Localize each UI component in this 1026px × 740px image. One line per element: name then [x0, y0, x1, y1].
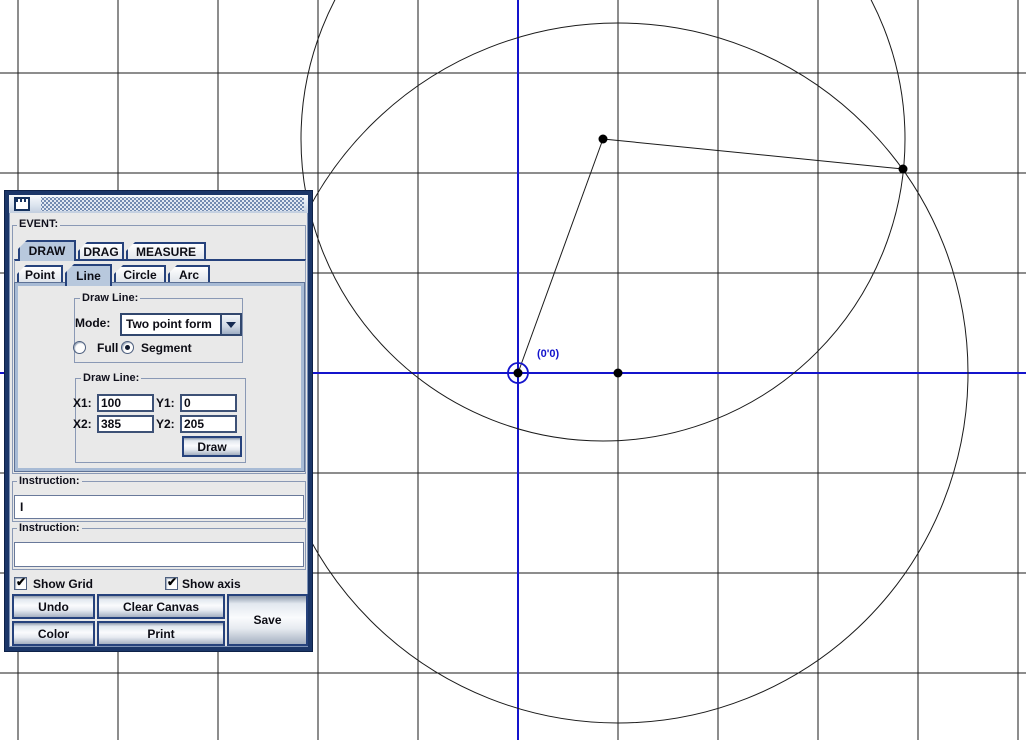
window-titlebar[interactable]: [9, 195, 308, 213]
drawn-circle: [301, 0, 905, 441]
drawn-segment: [603, 139, 903, 169]
y2-field[interactable]: [180, 415, 237, 433]
show-grid-checkbox[interactable]: ✔: [14, 577, 27, 590]
draw-button[interactable]: Draw: [182, 436, 242, 457]
check-icon: ✔: [167, 575, 177, 589]
draw-line-mode-group-label: Draw Line:: [80, 292, 140, 304]
instruction1-field[interactable]: [14, 495, 304, 519]
tab-line[interactable]: Line: [65, 264, 112, 286]
mode-combobox-value: Two point form: [126, 317, 212, 331]
drawn-point[interactable]: [614, 369, 623, 378]
tool-window: EVENT: DRAW DRAG MEASURE Point Line Circ…: [5, 191, 312, 651]
undo-button[interactable]: Undo: [12, 594, 95, 619]
application-root: (0'0) EVENT: DRAW DRAG MEASURE Point Lin…: [0, 0, 1026, 740]
mode-label: Mode:: [75, 316, 110, 330]
tab-circle[interactable]: Circle: [114, 265, 166, 283]
mode-combobox[interactable]: Two point form: [120, 313, 242, 336]
radio-full[interactable]: [73, 341, 86, 354]
draw-line-coords-group-label: Draw Line:: [81, 372, 141, 384]
check-icon: ✔: [16, 575, 26, 589]
show-axis-checkbox[interactable]: ✔: [165, 577, 178, 590]
drawn-segment: [518, 139, 603, 373]
show-axis-label: Show axis: [182, 577, 241, 591]
drawn-point[interactable]: [599, 135, 608, 144]
instruction1-label: Instruction:: [17, 475, 82, 487]
radio-segment[interactable]: [121, 341, 134, 354]
titlebar-texture: [41, 197, 304, 211]
combobox-arrow-button[interactable]: [220, 315, 240, 334]
tab-point[interactable]: Point: [17, 265, 63, 283]
clear-canvas-button[interactable]: Clear Canvas: [97, 594, 225, 619]
x1-label: X1:: [73, 396, 92, 410]
print-button[interactable]: Print: [97, 621, 225, 646]
origin-coordinate-label: (0'0): [537, 348, 559, 360]
y1-field[interactable]: [180, 394, 237, 412]
x2-field[interactable]: [97, 415, 154, 433]
color-button[interactable]: Color: [12, 621, 95, 646]
y1-label: Y1:: [156, 396, 175, 410]
drawn-point[interactable]: [899, 165, 908, 174]
tab-arc[interactable]: Arc: [168, 265, 210, 283]
drawn-point[interactable]: [514, 369, 523, 378]
radio-segment-label: Segment: [141, 341, 192, 355]
chevron-down-icon: [226, 322, 236, 328]
instruction2-field[interactable]: [14, 542, 304, 567]
x1-field[interactable]: [97, 394, 154, 412]
save-button[interactable]: Save: [227, 594, 308, 646]
event-group-label: EVENT:: [17, 218, 60, 230]
y2-label: Y2:: [156, 417, 175, 431]
tab-draw[interactable]: DRAW: [18, 240, 76, 261]
show-grid-label: Show Grid: [33, 577, 93, 591]
radio-full-label: Full: [97, 341, 118, 355]
radio-selected-dot: [125, 345, 130, 350]
instruction2-label: Instruction:: [17, 522, 82, 534]
x2-label: X2:: [73, 417, 92, 431]
window-icon[interactable]: [14, 197, 30, 211]
